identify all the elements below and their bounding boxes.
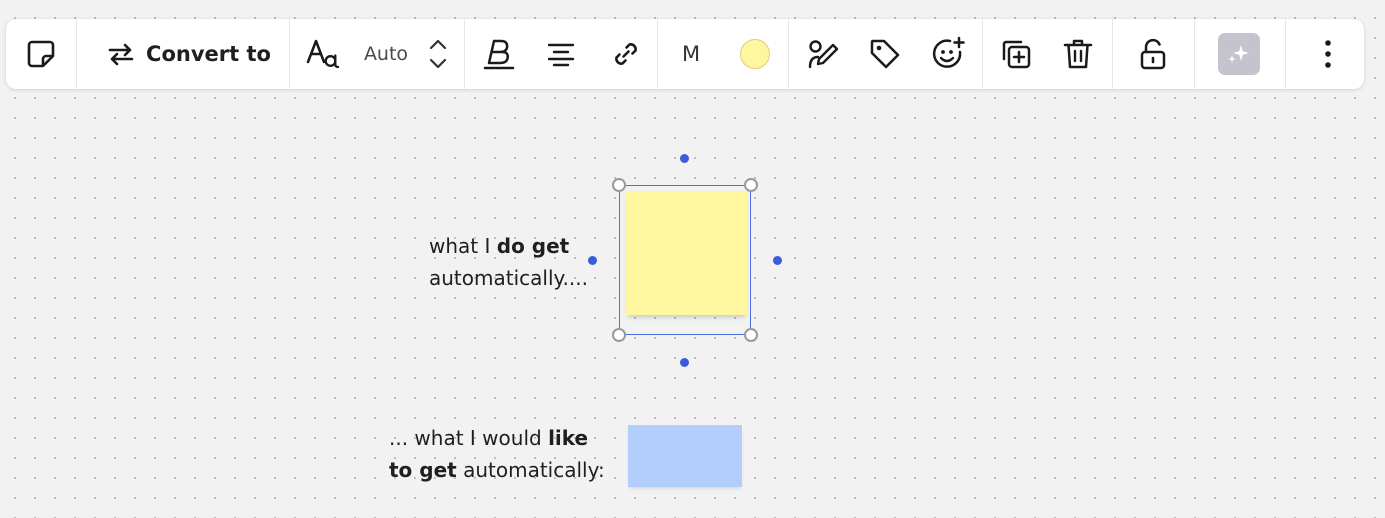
toolbar-separator — [657, 19, 658, 89]
toolbar-separator — [788, 19, 789, 89]
align-center-icon — [547, 43, 575, 67]
resize-handle-top-left[interactable] — [612, 178, 626, 192]
unlock-icon — [1140, 38, 1166, 70]
duplicate-button[interactable] — [994, 19, 1038, 89]
caption-would-like[interactable]: ... what I would like to get automatical… — [389, 422, 605, 486]
tag-button[interactable] — [863, 19, 907, 89]
sticky-note-icon — [27, 40, 55, 68]
selection-frame — [619, 185, 751, 335]
resize-handle-bottom-left[interactable] — [612, 328, 626, 342]
font-size-field[interactable]: Auto — [356, 19, 416, 89]
bold-icon — [483, 39, 514, 70]
toolbar-separator — [76, 19, 77, 89]
font-family-icon — [306, 39, 340, 69]
emoji-add-icon — [932, 36, 965, 68]
lock-button[interactable] — [1131, 19, 1175, 89]
swap-arrows-icon — [108, 43, 134, 66]
chevron-down-icon[interactable] — [429, 58, 447, 69]
link-icon — [614, 43, 637, 65]
pen-edit-button[interactable] — [801, 19, 845, 89]
font-size-stepper[interactable] — [424, 19, 452, 89]
sticky-size-label: M — [681, 42, 701, 66]
connector-dot-right[interactable] — [773, 256, 782, 265]
toolbar-separator — [1194, 19, 1195, 89]
convert-to-label: Convert to — [146, 42, 271, 66]
pen-edit-icon — [808, 40, 839, 69]
sticky-note-blue[interactable] — [628, 425, 742, 487]
context-toolbar: Convert to Auto M — [6, 19, 1364, 89]
connector-dot-bottom[interactable] — [680, 358, 689, 367]
connector-dot-left[interactable] — [588, 256, 597, 265]
caption-do-get[interactable]: what I do get automatically.... — [429, 230, 588, 294]
bold-button[interactable] — [476, 19, 521, 89]
tag-icon — [870, 39, 900, 69]
resize-handle-top-right[interactable] — [744, 178, 758, 192]
sticky-type-button[interactable] — [6, 19, 76, 89]
duplicate-icon — [1002, 40, 1031, 69]
convert-to-button[interactable]: Convert to — [86, 19, 291, 89]
font-size-value: Auto — [363, 43, 409, 65]
more-options-button[interactable] — [1306, 19, 1350, 89]
sticky-size-button[interactable]: M — [671, 19, 711, 89]
align-text-button[interactable] — [541, 19, 581, 89]
font-family-button[interactable] — [298, 19, 348, 89]
note-color-button[interactable] — [732, 19, 777, 89]
more-vertical-icon — [1325, 40, 1331, 68]
resize-handle-bottom-right[interactable] — [744, 328, 758, 342]
ai-sparkle-icon — [1228, 45, 1249, 63]
ai-button-background — [1218, 33, 1260, 75]
ai-assist-button[interactable] — [1217, 19, 1261, 89]
trash-icon — [1063, 39, 1093, 69]
color-swatch — [739, 39, 770, 69]
connector-dot-top[interactable] — [680, 154, 689, 163]
link-button[interactable] — [603, 19, 648, 89]
toolbar-separator — [1112, 19, 1113, 89]
chevron-up-icon[interactable] — [429, 39, 447, 50]
toolbar-separator — [464, 19, 465, 89]
toolbar-separator — [289, 19, 290, 89]
toolbar-separator — [1285, 19, 1286, 89]
toolbar-separator — [982, 19, 983, 89]
add-reaction-button[interactable] — [926, 19, 970, 89]
delete-button[interactable] — [1056, 19, 1100, 89]
